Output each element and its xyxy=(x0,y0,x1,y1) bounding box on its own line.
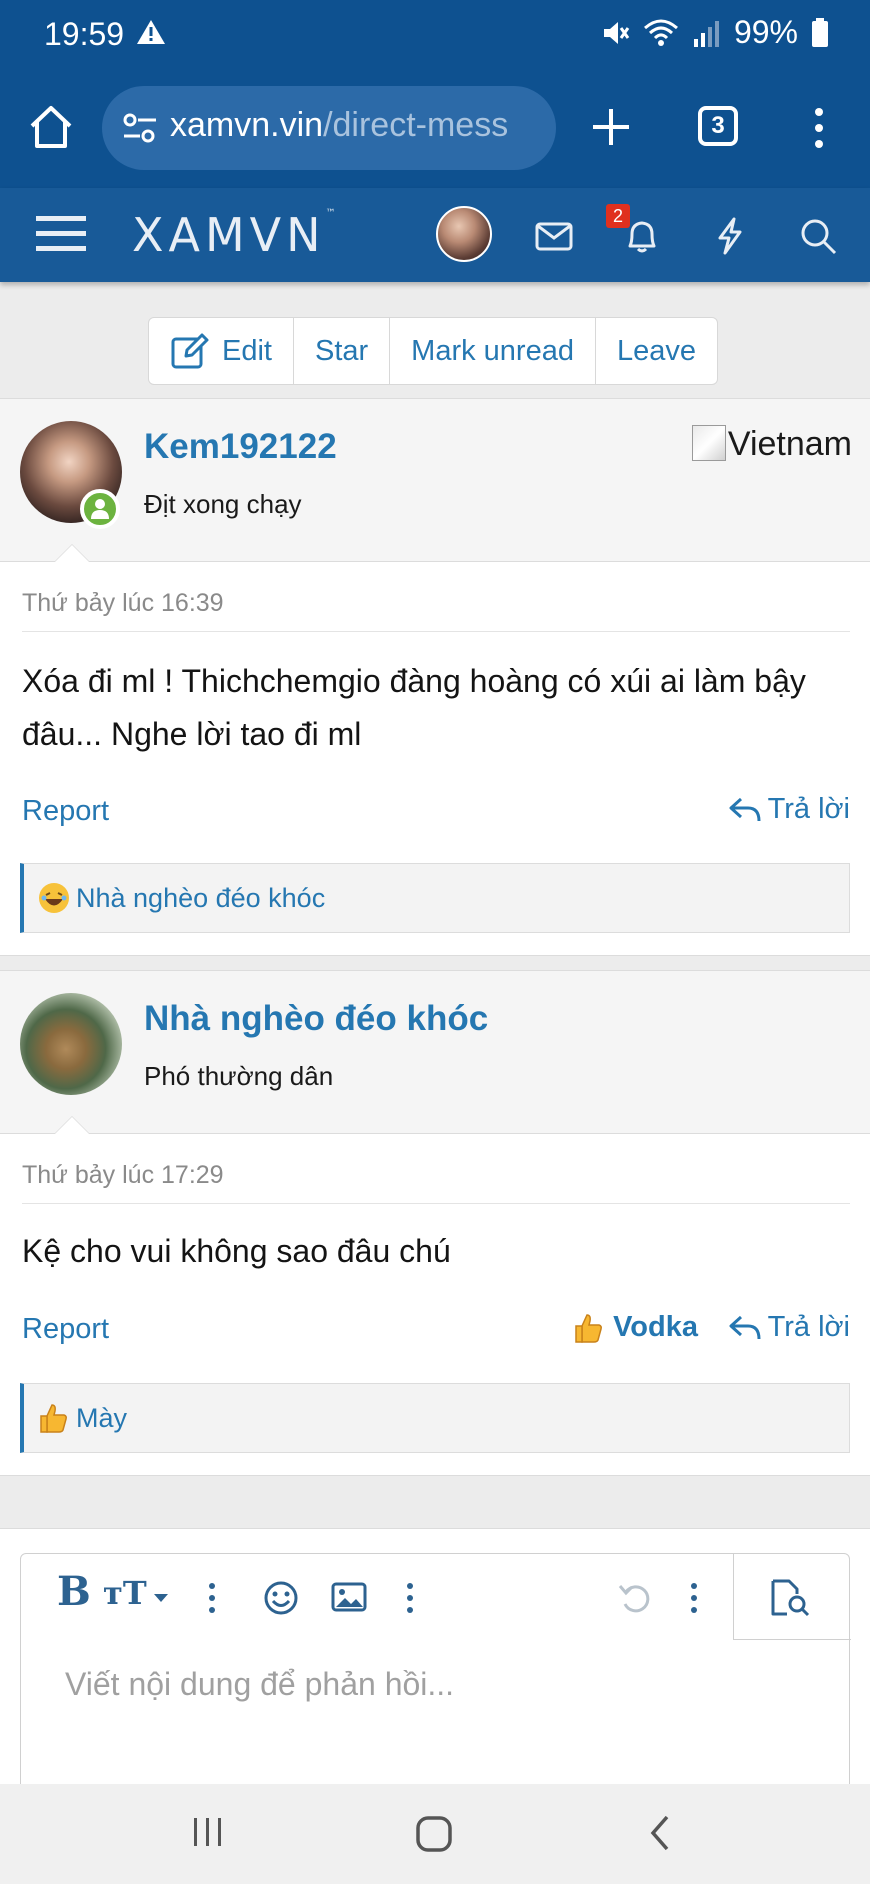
message-user-block: Kem192122 Địt xong chạy Vietnam xyxy=(0,399,870,562)
star-button[interactable]: Star xyxy=(294,318,391,384)
more-vertical-icon[interactable] xyxy=(207,1582,217,1614)
username[interactable]: Nhà nghèo đéo khóc xyxy=(144,999,488,1039)
recent-apps-icon[interactable] xyxy=(190,1814,226,1850)
thumbs-up-emoji-icon xyxy=(40,1404,67,1433)
mute-icon xyxy=(603,21,630,44)
notification-badge: 2 xyxy=(606,204,630,228)
more-menu-icon[interactable] xyxy=(806,106,832,150)
reply-label: Trả lời xyxy=(767,1311,850,1343)
battery-percent: 99% xyxy=(733,14,798,50)
battery-icon xyxy=(812,17,828,47)
url-bar[interactable]: xamvn.vin/direct-mess xyxy=(102,86,556,170)
reactions-bar[interactable]: Mày xyxy=(20,1383,850,1453)
more-vertical-icon[interactable] xyxy=(689,1582,699,1614)
url-host: xamvn.vin xyxy=(170,106,324,144)
country-flag: Vietnam xyxy=(691,425,852,464)
report-link[interactable]: Report xyxy=(22,1313,109,1346)
reaction-user[interactable]: Nhà nghèo đéo khóc xyxy=(76,883,325,914)
divider xyxy=(22,631,850,632)
preview-icon[interactable] xyxy=(769,1578,811,1618)
username[interactable]: Kem192122 xyxy=(144,427,337,467)
reply-button[interactable]: Trả lời xyxy=(728,793,850,826)
message-body: Kệ cho vui không sao đâu chú xyxy=(22,1233,451,1269)
logo-text: XAMVN xyxy=(132,208,326,262)
reaction-user[interactable]: Mày xyxy=(76,1403,127,1434)
edit-button[interactable]: Edit xyxy=(149,318,294,384)
message-body: Xóa đi ml ! Thichchemgio đàng hoàng có x… xyxy=(22,663,806,752)
message-date[interactable]: Thứ bảy lúc 17:29 xyxy=(22,1161,224,1190)
new-tab-icon[interactable] xyxy=(590,106,632,148)
site-logo[interactable]: XAMVN™ xyxy=(132,208,336,262)
user-title: Địt xong chạy xyxy=(144,489,302,519)
reply-icon xyxy=(729,1315,761,1339)
site-header: XAMVN™ 2 xyxy=(0,188,870,282)
text-size-label: тT xyxy=(103,1574,147,1612)
home-icon[interactable] xyxy=(26,102,76,152)
home-nav-icon[interactable] xyxy=(414,1814,454,1854)
reply-button[interactable]: Trả lời xyxy=(728,1311,850,1344)
preview-area xyxy=(733,1554,851,1640)
message-1: Kem192122 Địt xong chạy Vietnam Thứ bảy … xyxy=(0,398,870,956)
back-icon[interactable] xyxy=(648,1814,672,1852)
edit-icon xyxy=(171,333,209,369)
reply-editor-container: B тT Viết nội dung để phản hồi... xyxy=(0,1528,870,1813)
reply-icon xyxy=(729,797,761,821)
bold-button[interactable]: B xyxy=(57,1568,91,1615)
signal-icon xyxy=(693,20,719,47)
user-title: Phó thường dân xyxy=(144,1061,334,1091)
wifi-icon xyxy=(643,19,678,46)
account-avatar[interactable] xyxy=(436,206,492,262)
url-text[interactable]: xamvn.vin/direct-mess xyxy=(170,106,508,145)
emoji-icon[interactable] xyxy=(263,1580,299,1616)
text-size-button[interactable]: тT xyxy=(103,1574,147,1612)
status-right: 99% xyxy=(600,14,830,51)
search-icon[interactable] xyxy=(798,216,838,256)
message-arrow xyxy=(54,1116,90,1134)
tab-switcher-button[interactable]: 3 xyxy=(698,106,738,146)
flag-alt-text: Vietnam xyxy=(727,425,852,463)
online-status-icon xyxy=(80,489,120,529)
thumbs-up-icon xyxy=(575,1313,603,1343)
hamburger-menu-icon[interactable] xyxy=(36,212,86,256)
warning-icon xyxy=(137,20,165,44)
status-time: 19:59 xyxy=(44,16,125,52)
mark-unread-button[interactable]: Mark unread xyxy=(390,318,596,384)
message-arrow xyxy=(54,544,90,562)
user-icon xyxy=(91,499,109,519)
status-bar: 19:59 99% xyxy=(0,0,870,72)
inbox-icon[interactable] xyxy=(534,216,574,256)
more-vertical-icon[interactable] xyxy=(405,1582,415,1614)
url-path: /direct-mess xyxy=(323,106,509,144)
like-label: Vodka xyxy=(613,1311,698,1343)
chevron-down-icon xyxy=(154,1594,168,1602)
browser-toolbar: xamvn.vin/direct-mess 3 xyxy=(0,72,870,188)
laugh-emoji-icon xyxy=(39,883,69,913)
system-nav-bar xyxy=(0,1784,870,1884)
like-button[interactable]: Vodka xyxy=(573,1311,698,1344)
site-settings-icon[interactable] xyxy=(120,110,160,146)
reply-label: Trả lời xyxy=(767,793,850,825)
report-link[interactable]: Report xyxy=(22,795,109,828)
reply-input[interactable]: Viết nội dung để phản hồi... xyxy=(65,1666,454,1703)
message-user-block: Nhà nghèo đéo khóc Phó thường dân xyxy=(0,971,870,1134)
image-icon[interactable] xyxy=(331,1582,367,1612)
conversation-actions: Edit Star Mark unread Leave xyxy=(148,317,718,385)
leave-button[interactable]: Leave xyxy=(596,318,717,384)
reactions-bar[interactable]: Nhà nghèo đéo khóc xyxy=(20,863,850,933)
reply-editor: B тT Viết nội dung để phản hồi... xyxy=(20,1553,851,1813)
edit-label: Edit xyxy=(222,334,272,367)
lightning-icon[interactable] xyxy=(710,216,750,256)
divider xyxy=(22,1203,850,1204)
broken-image-icon xyxy=(691,425,726,461)
undo-icon[interactable] xyxy=(617,1580,653,1616)
message-2: Nhà nghèo đéo khóc Phó thường dân Thứ bả… xyxy=(0,970,870,1476)
avatar[interactable] xyxy=(20,993,122,1095)
message-date[interactable]: Thứ bảy lúc 16:39 xyxy=(22,589,224,618)
logo-tm: ™ xyxy=(325,208,336,219)
editor-toolbar: B тT xyxy=(21,1554,851,1640)
